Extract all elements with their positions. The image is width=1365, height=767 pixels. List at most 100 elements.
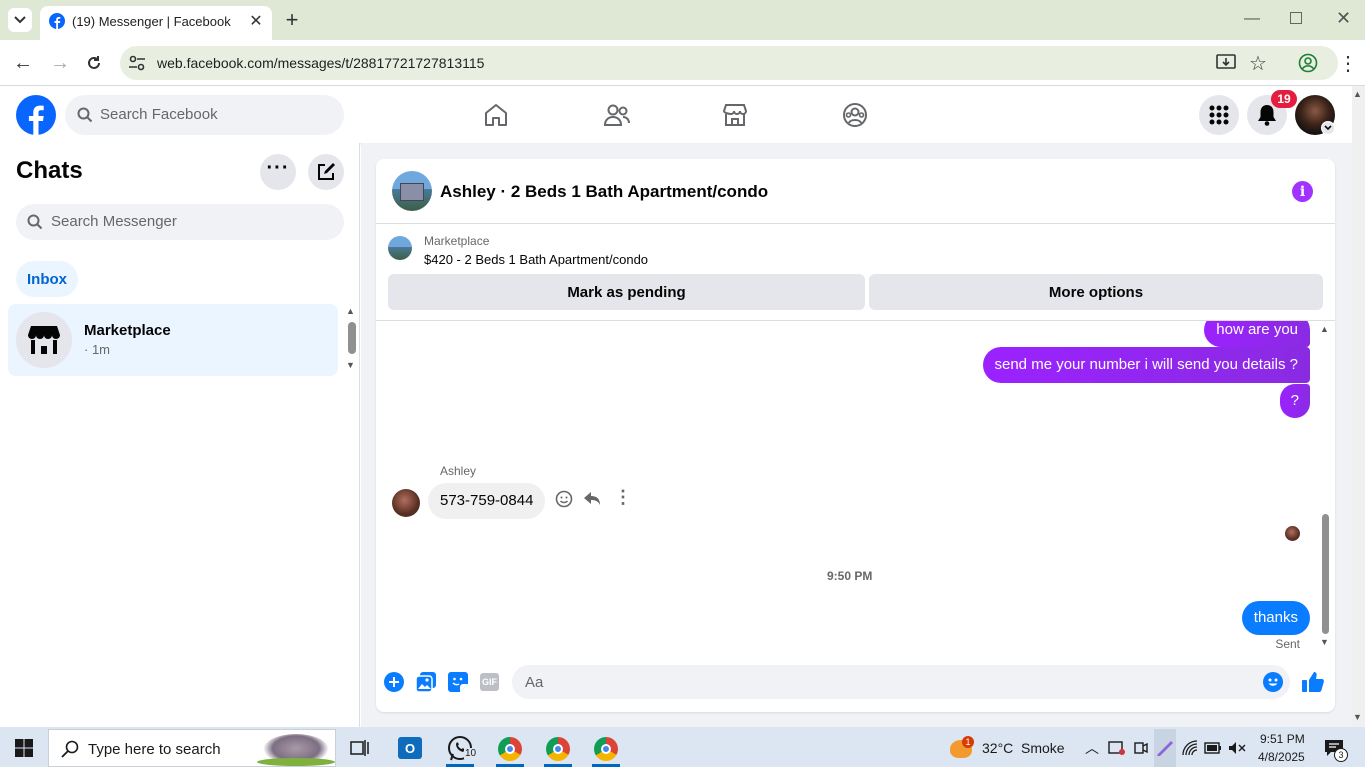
windows-start-icon[interactable] [15, 739, 33, 757]
home-icon[interactable] [483, 102, 509, 128]
groups-icon[interactable] [842, 102, 868, 128]
tab-list-button[interactable] [8, 8, 32, 32]
battery-icon[interactable] [1204, 741, 1222, 755]
install-app-icon[interactable] [1216, 54, 1236, 72]
taskbar-search-input[interactable]: Type here to search [48, 729, 336, 767]
sticker-icon[interactable] [448, 672, 468, 692]
bell-icon [1258, 105, 1276, 126]
scroll-down-arrow[interactable]: ▼ [1353, 712, 1362, 722]
facebook-logo[interactable] [16, 95, 56, 135]
back-icon[interactable]: ← [13, 52, 33, 75]
search-placeholder: Search Facebook [100, 106, 218, 123]
outgoing-message[interactable]: how are you [1204, 321, 1310, 347]
outgoing-message[interactable]: ? [1279, 384, 1310, 418]
reply-icon[interactable] [583, 491, 601, 507]
clock-time[interactable]: 9:51 PM [1260, 732, 1305, 746]
gif-icon[interactable]: GIF [480, 673, 499, 691]
clock-date[interactable]: 4/8/2025 [1258, 750, 1305, 764]
outgoing-message[interactable]: thanks [1241, 601, 1310, 635]
page-scrollbar[interactable] [1352, 86, 1365, 727]
restore-window-icon[interactable] [1290, 12, 1302, 24]
search-icon [61, 740, 79, 758]
message-input[interactable]: Aa [512, 665, 1290, 699]
account-menu-chevron[interactable] [1321, 121, 1335, 135]
meet-now-icon[interactable] [1108, 740, 1126, 756]
chat-name: Marketplace [84, 322, 171, 339]
forward-icon[interactable]: → [50, 52, 70, 75]
mark-as-pending-button[interactable]: Mark as pending [388, 274, 865, 310]
tray-overflow-icon[interactable]: ︿ [1085, 738, 1099, 758]
scroll-up-arrow[interactable]: ▲ [346, 306, 355, 316]
message-status: Sent [1275, 637, 1300, 651]
chrome-profile-icon[interactable] [546, 737, 570, 761]
info-icon[interactable]: i [1292, 181, 1313, 202]
outlook-icon[interactable]: O [398, 737, 422, 759]
url-text: web.facebook.com/messages/t/288177217278… [157, 55, 485, 71]
reload-icon[interactable] [85, 54, 103, 72]
notifications-badge: 19 [1271, 90, 1297, 108]
whatsapp-badge: 10 [464, 748, 478, 759]
header-divider [376, 223, 1335, 224]
chrome-profile-icon[interactable] [594, 737, 618, 761]
wifi-icon[interactable] [1182, 740, 1198, 756]
pen-icon[interactable] [1156, 740, 1174, 756]
messenger-search-placeholder: Search Messenger [51, 213, 177, 230]
more-horizontal-icon: ··· [266, 156, 290, 179]
search-icon [27, 214, 43, 230]
task-view-icon[interactable] [350, 738, 370, 758]
like-thumb-icon[interactable] [1302, 671, 1324, 693]
inbox-filter-tab[interactable]: Inbox [16, 261, 78, 297]
chevron-down-icon [1324, 125, 1332, 131]
marketplace-icon[interactable] [722, 102, 748, 128]
browser-tab[interactable]: (19) Messenger | Facebook ✕ [40, 6, 272, 40]
incoming-message[interactable]: 573-759-0844 [428, 483, 546, 519]
outgoing-message[interactable]: send me your number i will send you deta… [982, 347, 1310, 383]
site-settings-icon[interactable] [128, 54, 146, 72]
facebook-search-input[interactable]: Search Facebook [65, 95, 344, 135]
react-emoji-icon[interactable] [555, 490, 573, 508]
minimize-window-icon[interactable]: — [1244, 10, 1260, 28]
bookmark-star-icon[interactable]: ☆ [1249, 51, 1267, 76]
friends-icon[interactable] [603, 102, 631, 128]
marketplace-icon [28, 326, 60, 354]
chats-options-button[interactable]: ··· [260, 154, 296, 190]
sender-avatar[interactable] [392, 489, 420, 517]
more-options-button[interactable]: More options [869, 274, 1323, 310]
chat-list-item[interactable]: Marketplace · 1m [8, 304, 338, 376]
messenger-search-input[interactable]: Search Messenger [16, 204, 344, 240]
search-icon [77, 107, 93, 123]
listing-avatar[interactable] [392, 171, 432, 211]
message-list: how are you send me your number i will s… [376, 321, 1320, 661]
menu-button[interactable] [1199, 95, 1239, 135]
conversation-title[interactable]: Ashley · 2 Beds 1 Bath Apartment/condo [440, 182, 768, 202]
listing-title[interactable]: $420 - 2 Beds 1 Bath Apartment/condo [424, 252, 648, 267]
apps-grid-icon [1209, 105, 1229, 125]
message-scrollbar-thumb[interactable] [1322, 514, 1329, 634]
scroll-up-arrow[interactable]: ▲ [1320, 324, 1329, 334]
browser-menu-icon[interactable]: ⋮ [1338, 51, 1358, 76]
volume-muted-icon[interactable] [1228, 741, 1246, 755]
new-message-button[interactable] [308, 154, 344, 190]
scroll-up-arrow[interactable]: ▲ [1353, 89, 1362, 99]
camera-icon[interactable] [1134, 740, 1148, 756]
listing-label: Marketplace [424, 234, 490, 248]
chat-list-scrollbar-thumb[interactable] [348, 322, 356, 354]
chats-title: Chats [16, 157, 83, 184]
tab-title: (19) Messenger | Facebook [72, 14, 231, 29]
chrome-icon[interactable] [498, 737, 522, 761]
close-tab-icon[interactable]: ✕ [246, 11, 266, 31]
emoji-icon[interactable] [1263, 672, 1283, 692]
new-tab-icon[interactable]: + [282, 7, 302, 32]
message-more-icon[interactable]: ⋮ [614, 487, 632, 508]
scroll-down-arrow[interactable]: ▼ [346, 360, 355, 370]
photo-icon[interactable] [416, 672, 436, 692]
close-window-icon[interactable]: ✕ [1336, 8, 1351, 29]
weather-temp[interactable]: 32°C [982, 740, 1013, 756]
search-highlight-grass [257, 758, 335, 766]
sender-name: Ashley [440, 464, 477, 478]
plus-circle-icon[interactable] [384, 672, 404, 692]
chat-meta: · 1m [84, 342, 110, 357]
weather-desc[interactable]: Smoke [1021, 740, 1065, 756]
profile-icon[interactable] [1298, 53, 1318, 73]
scroll-down-arrow[interactable]: ▼ [1320, 637, 1329, 647]
